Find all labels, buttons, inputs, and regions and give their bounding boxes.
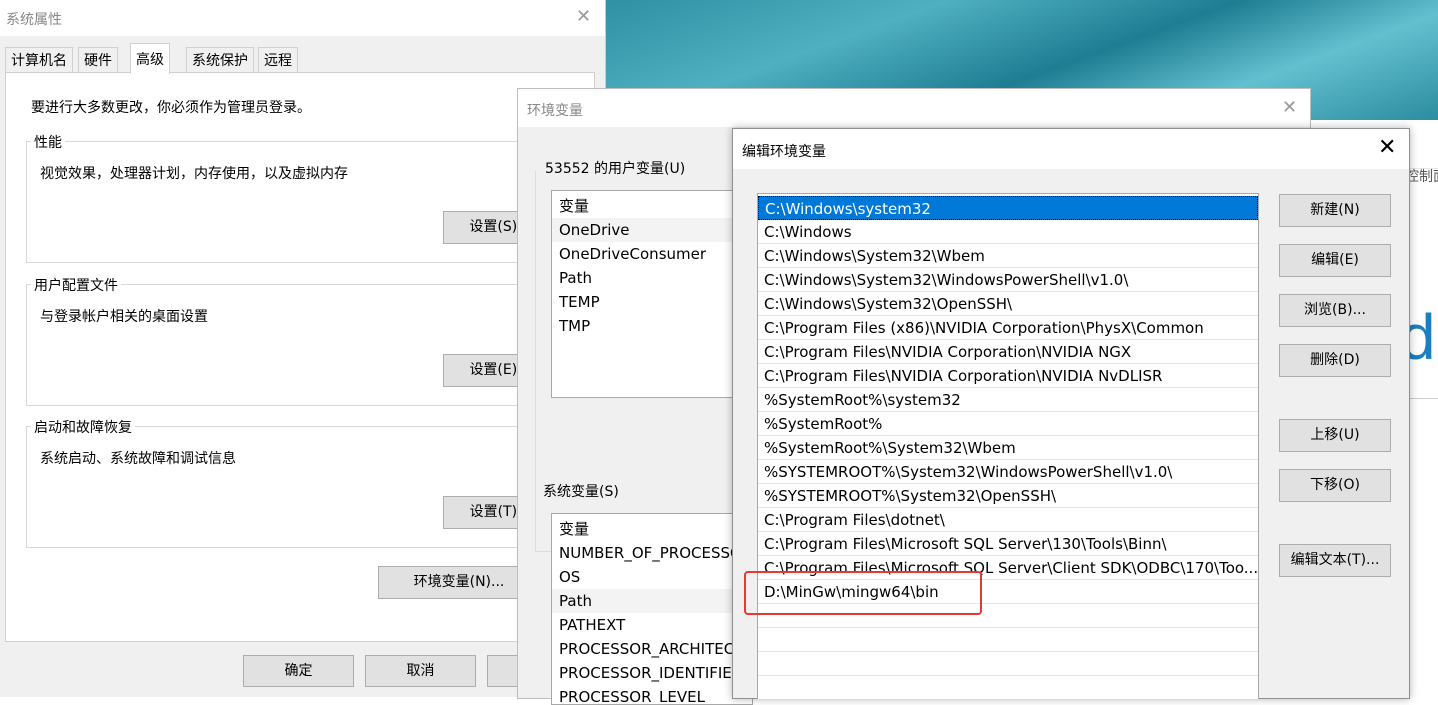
tab-advanced[interactable]: 高级 [130, 43, 170, 74]
title-bar[interactable] [0, 0, 605, 36]
path-entry[interactable]: C:\Program Files\NVIDIA Corporation\NVID… [758, 340, 1258, 364]
list-item[interactable]: OneDriveConsumer [552, 242, 706, 266]
path-entry[interactable]: %SystemRoot%\System32\Wbem [758, 436, 1258, 460]
list-item[interactable]: PROCESSOR_IDENTIFIER [552, 661, 742, 685]
path-entry[interactable]: C:\Windows [758, 220, 1258, 244]
system-variables-list[interactable]: 变量 NUMBER_OF_PROCESSORS OS Path PATHEXT … [551, 513, 753, 705]
cancel-button[interactable]: 取消 [365, 655, 476, 687]
empty-row[interactable] [758, 676, 1258, 699]
user-variables-list[interactable]: 变量 OneDrive OneDriveConsumer Path TEMP T… [551, 190, 753, 398]
path-entry[interactable]: C:\Windows\System32\Wbem [758, 244, 1258, 268]
path-entry[interactable]: C:\Program Files\dotnet\ [758, 508, 1258, 532]
admin-note: 要进行大多数更改，你必须作为管理员登录。 [31, 100, 311, 116]
tab-panel: 要进行大多数更改，你必须作为管理员登录。 性能 视觉效果，处理器计划，内存使用，… [5, 72, 595, 642]
tab-system-protection[interactable]: 系统保护 [186, 47, 254, 72]
annotation-highlight-box [744, 571, 982, 615]
tab-remote[interactable]: 远程 [258, 47, 298, 72]
close-icon[interactable]: ✕ [1282, 97, 1297, 118]
system-properties-window: 系统属性 ✕ 计算机名 硬件 高级 系统保护 远程 要进行大多数更改，你必须作为… [0, 0, 606, 697]
path-entry[interactable]: C:\Program Files (x86)\NVIDIA Corporatio… [758, 316, 1258, 340]
system-variables-label: 系统变量(S) [543, 484, 619, 500]
empty-row[interactable] [758, 628, 1258, 652]
performance-description: 视觉效果，处理器计划，内存使用，以及虚拟内存 [40, 166, 348, 182]
path-entry[interactable]: %SystemRoot% [758, 412, 1258, 436]
list-item[interactable]: PROCESSOR_LEVEL [552, 685, 705, 704]
path-entry[interactable]: %SYSTEMROOT%\System32\OpenSSH\ [758, 484, 1258, 508]
list-item[interactable]: NUMBER_OF_PROCESSORS [552, 541, 752, 565]
list-item[interactable]: PATHEXT [552, 613, 625, 637]
path-entry[interactable]: C:\Program Files\Microsoft SQL Server\13… [758, 532, 1258, 556]
path-entries-list[interactable]: C:\Windows\system32 C:\Windows C:\Window… [757, 193, 1259, 699]
empty-row[interactable] [758, 652, 1258, 676]
close-icon[interactable]: ✕ [1378, 135, 1396, 160]
startup-recovery-label: 启动和故障恢复 [31, 417, 135, 437]
tab-hardware[interactable]: 硬件 [78, 47, 118, 72]
user-profiles-label: 用户配置文件 [31, 275, 121, 295]
list-item[interactable]: OS [552, 565, 580, 589]
user-profiles-group [26, 284, 588, 406]
edit-text-button[interactable]: 编辑文本(T)... [1279, 544, 1391, 577]
edit-button[interactable]: 编辑(E) [1279, 244, 1391, 277]
user-variables-label: 53552 的用户变量(U) [543, 158, 688, 178]
column-header-variable[interactable]: 变量 [552, 517, 589, 541]
list-item[interactable]: OneDrive [552, 218, 752, 242]
new-button[interactable]: 新建(N) [1279, 194, 1391, 227]
close-icon[interactable]: ✕ [576, 6, 591, 27]
window-title: 系统属性 [6, 12, 62, 28]
delete-button[interactable]: 删除(D) [1279, 344, 1391, 377]
move-up-button[interactable]: 上移(U) [1279, 419, 1391, 452]
path-entry[interactable]: %SystemRoot%\system32 [758, 388, 1258, 412]
list-item[interactable]: Path [552, 589, 752, 613]
list-item[interactable]: PROCESSOR_ARCHITECTURE [552, 637, 752, 661]
path-entry[interactable]: C:\Windows\system32 [758, 196, 1258, 220]
startup-recovery-group [26, 426, 588, 548]
environment-variables-button[interactable]: 环境变量(N)... [378, 566, 540, 599]
window-title: 环境变量 [527, 103, 583, 119]
background-divider-line [1410, 398, 1438, 399]
performance-group [26, 141, 588, 263]
ok-button[interactable]: 确定 [243, 655, 354, 687]
tab-computer-name[interactable]: 计算机名 [5, 47, 73, 72]
title-bar[interactable] [733, 129, 1409, 169]
dialog-title: 编辑环境变量 [742, 144, 826, 160]
list-item[interactable]: Path [552, 266, 592, 290]
column-header-variable[interactable]: 变量 [552, 194, 589, 218]
path-entry[interactable]: %SYSTEMROOT%\System32\WindowsPowerShell\… [758, 460, 1258, 484]
list-item[interactable]: TEMP [552, 290, 600, 314]
path-entry[interactable]: C:\Windows\System32\OpenSSH\ [758, 292, 1258, 316]
user-profiles-description: 与登录帐户相关的桌面设置 [40, 309, 208, 325]
browse-button[interactable]: 浏览(B)... [1279, 294, 1391, 327]
path-entry[interactable]: C:\Windows\System32\WindowsPowerShell\v1… [758, 268, 1258, 292]
path-entry[interactable]: C:\Program Files\NVIDIA Corporation\NVID… [758, 364, 1258, 388]
list-item[interactable]: TMP [552, 314, 590, 338]
title-bar[interactable] [518, 89, 1310, 127]
performance-label: 性能 [31, 132, 65, 152]
startup-recovery-description: 系统启动、系统故障和调试信息 [40, 451, 236, 467]
move-down-button[interactable]: 下移(O) [1279, 469, 1391, 502]
